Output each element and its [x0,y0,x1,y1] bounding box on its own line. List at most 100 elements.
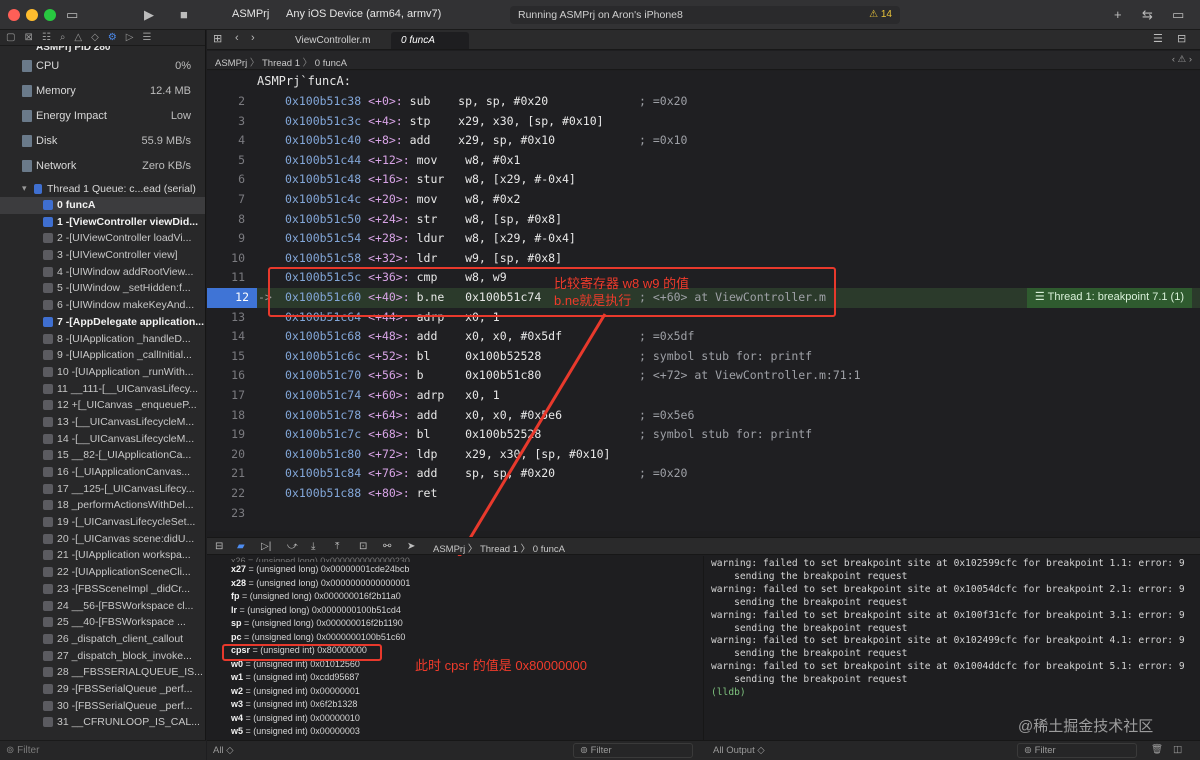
stack-frame[interactable]: 20 -[_UICanvas scene:didU... [0,531,205,548]
jump-project[interactable]: ASMPrj [215,58,247,69]
variable-row-fp[interactable]: fp = (unsigned long) 0x000000016f2b11a0 [231,591,401,605]
stack-frame[interactable]: 10 -[UIApplication _runWith... [0,364,205,381]
inspector-toggle-icon[interactable]: ▭ [1172,7,1184,23]
line-number[interactable]: 22 [225,484,245,504]
stack-frame[interactable]: 23 -[FBSSceneImpl _didCr... [0,581,205,598]
stack-frame[interactable]: 0 funcA [0,197,205,214]
code-line[interactable]: 2 0x100b51c38 <+0>: sub sp, sp, #0x20 ; =0… [207,92,1200,112]
line-number[interactable]: 21 [225,464,245,484]
stack-frame[interactable]: 15 __82-[_UIApplicationCa... [0,447,205,464]
stack-frame[interactable]: 1 -[ViewController viewDid... [0,214,205,231]
line-number[interactable]: 3 [225,112,245,132]
stack-frame[interactable]: 31 __CFRUNLOOP_IS_CAL... [0,714,205,731]
grid-icon[interactable]: ⊞ [213,32,222,45]
issue-nav-icon[interactable]: ‹ ⚠ › [1172,54,1192,65]
variable-row-lr[interactable]: lr = (unsigned long) 0x0000000100b51cd4 [231,605,401,619]
code-line[interactable]: 14 0x100b51c68 <+48>: add x0, x0, #0x5df;… [207,327,1200,347]
gauge-disk[interactable]: Disk 55.9 MB/s [0,129,205,154]
code-line[interactable]: 15 0x100b51c6c <+52>: bl 0x100b52528 ; sym… [207,347,1200,367]
code-line[interactable]: 18 0x100b51c78 <+64>: add x0, x0, #0x5e6;… [207,406,1200,426]
line-number[interactable]: 14 [225,327,245,347]
line-number[interactable]: 17 [225,386,245,406]
breakpoint-icon[interactable]: ▷ [126,32,134,43]
console-scope-select[interactable]: All Output ◇ [713,745,765,756]
stack-frame[interactable]: 22 -[UIApplicationSceneCli... [0,564,205,581]
jump-thread[interactable]: Thread 1 [262,58,300,69]
variable-row-w1[interactable]: w1 = (unsigned int) 0xcdd95687 [231,672,359,686]
console-filter-input[interactable]: ⊚ Filter [1017,743,1137,758]
step-over-icon[interactable]: ⤻ [287,541,298,552]
continue-icon[interactable]: ▷| [261,541,271,552]
trash-icon[interactable]: 🗑 [1151,744,1163,755]
code-line[interactable]: 16 0x100b51c70 <+56>: b 0x100b51c80 ; <+72… [207,366,1200,386]
step-into-icon[interactable]: ⤓ [311,541,315,552]
warning-badge[interactable]: ⚠ 14 [869,9,892,20]
process-row[interactable]: ASMPrj PID 280 [0,46,205,54]
gauge-network[interactable]: Network Zero KB/s [0,154,205,179]
console-output[interactable]: warning: failed to set breakpoint site a… [703,556,1200,740]
navigator-filter[interactable]: ⊚ Filter [0,740,206,760]
variables-scope-select[interactable]: All ◇ [213,745,234,756]
stack-frame[interactable]: 3 -[UIViewController view] [0,247,205,264]
tab-funca[interactable]: 0 funcA [391,32,469,49]
code-line[interactable]: 3 0x100b51c3c <+4>: stp x29, x30, [sp, #0… [207,112,1200,132]
code-line[interactable]: 17 0x100b51c74 <+60>: adrp x0, 1 [207,386,1200,406]
stack-frame[interactable]: 14 -[__UICanvasLifecycleM... [0,431,205,448]
location-icon[interactable]: ➤ [407,541,415,552]
symbol-icon[interactable]: ☷ [42,32,51,43]
stack-frame[interactable]: 24 __56-[FBSWorkspace cl... [0,598,205,615]
line-number[interactable]: 16 [225,366,245,386]
zoom-window-button[interactable] [44,9,56,21]
code-line[interactable]: 20 0x100b51c80 <+72>: ldp x29, x30, [sp, … [207,445,1200,465]
code-line[interactable]: 8 0x100b51c50 <+24>: str w8, [sp, #0x8] [207,210,1200,230]
line-number[interactable]: 18 [225,406,245,426]
stop-icon[interactable]: ■ [180,7,188,22]
stack-frame[interactable]: 21 -[UIApplication workspa... [0,547,205,564]
split-console-icon[interactable]: ◫ [1173,744,1182,755]
close-window-button[interactable] [8,9,20,21]
variable-row-x28[interactable]: x28 = (unsigned long) 0x0000000000000001 [231,578,410,592]
code-line[interactable]: 21 0x100b51c84 <+76>: add sp, sp, #0x20 ; … [207,464,1200,484]
line-number[interactable]: 9 [225,229,245,249]
stack-frame[interactable]: 16 -[_UIApplicationCanvas... [0,464,205,481]
sidebar-toggle-icon[interactable]: ▭ [66,7,78,23]
issue-icon[interactable]: △ [74,32,82,43]
stack-frame[interactable]: 28 __FBSSERIALQUEUE_IS... [0,664,205,681]
code-line[interactable]: 5 0x100b51c44 <+12>: mov w8, #0x1 [207,151,1200,171]
line-number[interactable]: 13 [225,308,245,328]
code-line[interactable]: 22 0x100b51c88 <+80>: ret [207,484,1200,504]
line-number[interactable]: 12 [207,288,257,308]
folder-icon[interactable]: ▢ [6,32,15,43]
gauge-memory[interactable]: Memory 12.4 MB [0,79,205,104]
line-number[interactable]: 5 [225,151,245,171]
stack-frame[interactable]: 6 -[UIWindow makeKeyAnd... [0,297,205,314]
stack-frame[interactable]: 13 -[__UICanvasLifecycleM... [0,414,205,431]
memory-graph-icon[interactable]: ⚯ [383,541,391,552]
stack-frame[interactable]: 26 _dispatch_client_callout [0,631,205,648]
line-number[interactable]: 19 [225,425,245,445]
stack-frame[interactable]: 4 -[UIWindow addRootView... [0,264,205,281]
stack-frame[interactable]: 17 __125-[_UICanvasLifecy... [0,481,205,498]
stack-frame[interactable]: 30 -[FBSSerialQueue _perf... [0,698,205,715]
run-icon[interactable]: ▶ [144,7,154,23]
test-icon[interactable]: ◇ [91,32,99,43]
stack-frame[interactable]: 29 -[FBSSerialQueue _perf... [0,681,205,698]
forward-icon[interactable]: › [251,32,255,44]
line-number[interactable]: 7 [225,190,245,210]
stack-frame[interactable]: 27 _dispatch_block_invoke... [0,648,205,665]
find-icon[interactable]: ⌕ [60,32,66,43]
stack-frame[interactable]: 9 -[UIApplication _callInitial... [0,347,205,364]
breakpoints-toggle-icon[interactable]: ▰ [237,541,245,552]
minimize-window-button[interactable] [26,9,38,21]
source-control-icon[interactable]: ⊠ [24,32,32,43]
variable-row-pc[interactable]: pc = (unsigned long) 0x0000000100b51c60 [231,632,405,646]
code-line[interactable]: 6 0x100b51c48 <+16>: stur w8, [x29, #-0x4… [207,170,1200,190]
variable-row-sp[interactable]: sp = (unsigned long) 0x000000016f2b1190 [231,618,403,632]
variable-row-w3[interactable]: w3 = (unsigned int) 0x6f2b1328 [231,699,357,713]
code-line[interactable]: 4 0x100b51c40 <+8>: add x29, sp, #0x10 ; =… [207,131,1200,151]
stack-frame[interactable]: 8 -[UIApplication _handleD... [0,331,205,348]
step-out-icon[interactable]: ⤒ [335,541,339,552]
code-line[interactable]: 9 0x100b51c54 <+28>: ldur w8, [x29, #-0x4… [207,229,1200,249]
split-editor-icon[interactable]: ⊟ [1177,32,1186,45]
add-icon[interactable]: + [1114,7,1122,22]
